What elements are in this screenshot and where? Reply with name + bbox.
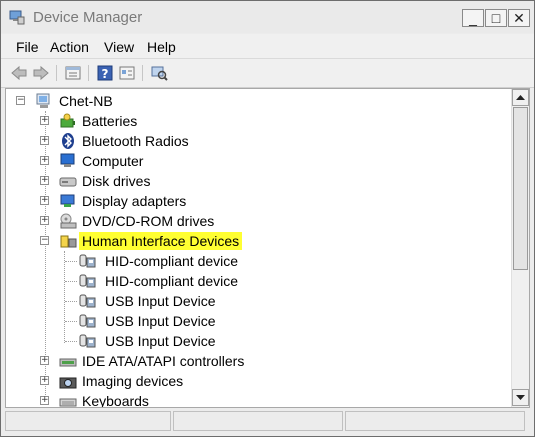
tree-category[interactable]: + Bluetooth Radios <box>6 131 506 151</box>
dvd-drive-icon <box>60 213 77 229</box>
expand-toggle-icon[interactable]: + <box>40 176 49 185</box>
computer-icon <box>60 153 75 167</box>
menu-help[interactable]: Help <box>147 39 176 55</box>
window-title: Device Manager <box>33 9 143 26</box>
vertical-scrollbar[interactable] <box>511 89 529 407</box>
expand-toggle-icon[interactable]: + <box>40 136 49 145</box>
collapse-toggle-icon[interactable]: − <box>16 96 25 105</box>
tree-item-label: USB Input Device <box>105 313 216 329</box>
tree-item-label: USB Input Device <box>105 333 216 349</box>
scan-hardware-icon[interactable] <box>150 64 168 82</box>
tree-item-label: HID-compliant device <box>105 253 239 269</box>
tree-device[interactable]: HID-compliant device <box>6 251 506 271</box>
tree-category[interactable]: − Human Interface Devices <box>6 231 506 251</box>
status-panel <box>173 411 343 431</box>
menu-bar: File Action View Help <box>1 34 534 59</box>
tree-category[interactable]: + Display adapters <box>6 191 506 211</box>
tree-item-label: HID-compliant device <box>105 273 239 289</box>
tree-item-label: USB Input Device <box>105 293 216 309</box>
tree-item-label: Human Interface Devices <box>79 232 243 250</box>
svg-text:?: ? <box>102 67 109 81</box>
status-panel <box>345 411 525 431</box>
battery-icon <box>60 113 75 128</box>
properties-icon[interactable] <box>64 64 82 82</box>
collapse-toggle-icon[interactable]: − <box>40 236 49 245</box>
back-arrow-icon[interactable] <box>10 64 28 82</box>
tree-category[interactable]: + Batteries <box>6 111 506 131</box>
device-tree[interactable]: − Chet-NB + Batteries + Bluetooth Radios + Comp… <box>5 88 530 408</box>
tree-connector <box>65 281 77 282</box>
tree-category[interactable]: + Keyboards <box>6 391 506 408</box>
hid-icon <box>60 235 77 248</box>
expand-toggle-icon[interactable]: + <box>40 156 49 165</box>
toolbar: ? <box>1 59 534 88</box>
device-manager-icon <box>9 10 25 25</box>
tree-root[interactable]: − Chet-NB <box>6 91 506 111</box>
tree-category[interactable]: + Disk drives <box>6 171 506 191</box>
tree-connector <box>65 341 77 342</box>
keyboard-icon <box>59 398 77 407</box>
expand-toggle-icon[interactable]: + <box>40 216 49 225</box>
status-bar <box>1 408 534 436</box>
hid-device-icon <box>79 254 96 268</box>
tree-device[interactable]: HID-compliant device <box>6 271 506 291</box>
tree-device[interactable]: USB Input Device <box>6 291 506 311</box>
tree-category[interactable]: + Computer <box>6 151 506 171</box>
menu-view[interactable]: View <box>104 39 134 55</box>
expand-toggle-icon[interactable]: + <box>40 396 49 405</box>
tree-connector <box>65 301 77 302</box>
toolbar-separator <box>142 65 143 81</box>
tree-item-label: Bluetooth Radios <box>82 133 189 149</box>
camera-icon <box>59 377 77 389</box>
disk-drive-icon <box>59 177 77 187</box>
tree-item-label: Keyboards <box>82 393 149 408</box>
ide-controller-icon <box>59 358 77 367</box>
tree-item-label: Batteries <box>82 113 138 129</box>
tree-device[interactable]: USB Input Device <box>6 331 506 351</box>
hid-device-icon <box>79 314 96 328</box>
expand-toggle-icon[interactable]: + <box>40 356 49 365</box>
tree-item-label: Computer <box>82 153 144 169</box>
hid-device-icon <box>79 294 96 308</box>
expand-toggle-icon[interactable]: + <box>40 376 49 385</box>
tree-item-label: Imaging devices <box>82 373 184 389</box>
tree-connector <box>65 321 77 322</box>
device-manager-window: Device Manager _ □ ✕ File Action View He… <box>0 0 535 437</box>
toolbar-separator <box>56 65 57 81</box>
tree-category[interactable]: + DVD/CD-ROM drives <box>6 211 506 231</box>
maximize-button[interactable]: □ <box>485 9 507 27</box>
scroll-down-arrow-icon <box>516 395 525 400</box>
menu-file[interactable]: File <box>16 39 39 55</box>
scroll-up-button[interactable] <box>512 89 529 106</box>
tree-category[interactable]: + IDE ATA/ATAPI controllers <box>6 351 506 371</box>
bluetooth-icon <box>62 133 74 149</box>
computer-root-icon <box>36 93 50 108</box>
close-button[interactable]: ✕ <box>508 9 530 27</box>
scroll-thumb[interactable] <box>513 107 528 270</box>
tree-category[interactable]: + Imaging devices <box>6 371 506 391</box>
display-adapter-icon <box>60 194 75 207</box>
tree-item-label: Disk drives <box>82 173 151 189</box>
help-icon[interactable]: ? <box>96 64 114 82</box>
expand-toggle-icon[interactable]: + <box>40 116 49 125</box>
show-hidden-icon[interactable] <box>118 64 136 82</box>
tree-item-label: DVD/CD-ROM drives <box>82 213 215 229</box>
tree-device[interactable]: USB Input Device <box>6 311 506 331</box>
hid-device-icon <box>79 274 96 288</box>
status-panel <box>5 411 171 431</box>
tree-connector <box>65 261 77 262</box>
title-bar[interactable]: Device Manager _ □ ✕ <box>1 1 534 33</box>
toolbar-separator <box>88 65 89 81</box>
tree-item-label: Display adapters <box>82 193 187 209</box>
scroll-up-arrow-icon <box>516 95 525 100</box>
minimize-button[interactable]: _ <box>462 9 484 27</box>
expand-toggle-icon[interactable]: + <box>40 196 49 205</box>
scroll-down-button[interactable] <box>512 389 529 406</box>
hid-device-icon <box>79 334 96 348</box>
tree-item-label: Chet-NB <box>59 93 113 109</box>
forward-arrow-icon[interactable] <box>32 64 50 82</box>
tree-item-label: IDE ATA/ATAPI controllers <box>82 353 245 369</box>
menu-action[interactable]: Action <box>50 39 89 55</box>
